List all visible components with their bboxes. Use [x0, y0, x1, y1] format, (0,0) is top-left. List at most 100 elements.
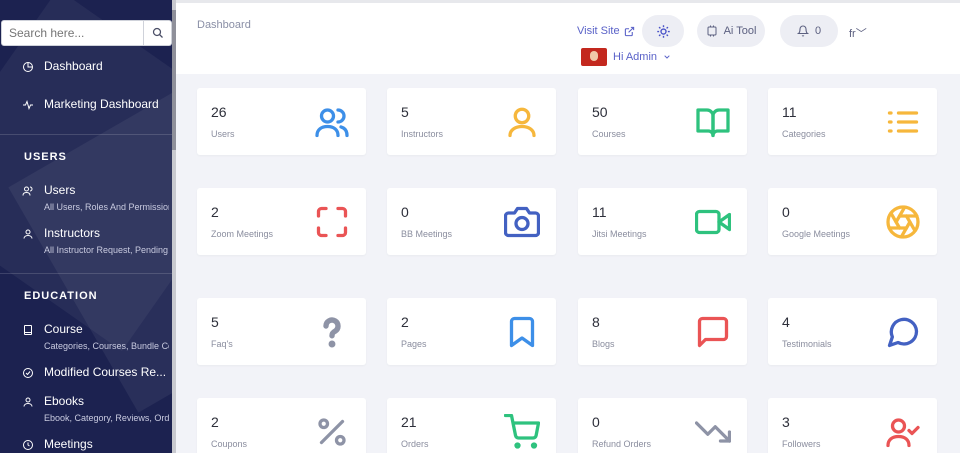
search-input[interactable]	[1, 20, 144, 46]
notifications-button[interactable]: 0	[780, 15, 838, 47]
percent-icon	[312, 412, 352, 452]
stat-card-blogs[interactable]: 8 Blogs	[578, 298, 747, 365]
notification-count: 0	[814, 25, 822, 37]
stat-card-bb-meetings[interactable]: 0 BB Meetings	[387, 188, 556, 255]
bell-icon	[796, 25, 809, 37]
stat-label: Blogs	[592, 339, 615, 349]
users-icon	[20, 183, 36, 199]
sidebar-item-label: Meetings	[44, 437, 93, 451]
sidebar-item-sublabel: All Instructor Request, Pending...	[44, 245, 169, 255]
avatar	[581, 48, 607, 66]
external-link-icon	[624, 26, 634, 36]
stat-label: Google Meetings	[782, 229, 851, 239]
sidebar-item-course[interactable]: Course Categories, Courses, Bundle Co...	[0, 322, 172, 351]
chevron-down-icon	[664, 55, 670, 59]
book-icon	[20, 322, 36, 338]
stat-label: Instructors	[401, 129, 444, 139]
stat-card-courses[interactable]: 50 Courses	[578, 88, 747, 155]
cart-icon	[502, 412, 542, 452]
language-label: fr	[849, 28, 856, 40]
section-heading-education: EDUCATION	[24, 290, 98, 302]
stat-label: Coupons	[211, 439, 248, 449]
stat-card-zoom-meetings[interactable]: 2 Zoom Meetings	[197, 188, 366, 255]
stat-label: Testimonials	[782, 339, 832, 349]
ai-chip-icon	[707, 25, 717, 37]
theme-button[interactable]	[642, 15, 684, 47]
sidebar-item-label: Users	[44, 183, 76, 197]
stat-value: 0	[401, 204, 409, 220]
language-selector[interactable]: fr﹀	[849, 25, 867, 41]
aperture-icon	[883, 202, 923, 242]
stat-value: 0	[592, 414, 600, 430]
stat-label: Users	[211, 129, 235, 139]
admin-greeting: Hi Admin	[613, 51, 658, 63]
search-icon	[152, 27, 163, 38]
stat-label: Refund Orders	[592, 439, 652, 449]
sidebar-item-modified-courses[interactable]: Modified Courses Re...	[0, 365, 172, 381]
search-button[interactable]	[144, 20, 172, 46]
stat-value: 4	[782, 314, 790, 330]
stat-label: Orders	[401, 439, 429, 449]
user-icon	[20, 394, 36, 410]
sidebar-item-label: Dashboard	[44, 59, 103, 73]
sidebar-item-dashboard[interactable]: Dashboard	[0, 59, 172, 75]
visit-site-label: Visit Site	[577, 25, 620, 37]
sidebar-item-label: Modified Courses Re...	[44, 365, 167, 379]
chevron-down-icon: ﹀	[855, 28, 867, 40]
message-square-icon	[693, 312, 733, 352]
sidebar-item-sublabel: Categories, Courses, Bundle Co...	[44, 341, 169, 351]
sidebar-divider	[0, 273, 172, 274]
admin-menu[interactable]: Hi Admin	[581, 48, 671, 66]
bookmark-icon	[502, 312, 542, 352]
stat-card-testimonials[interactable]: 4 Testimonials	[768, 298, 937, 365]
sidebar-item-instructors[interactable]: Instructors All Instructor Request, Pendi…	[0, 226, 172, 255]
stat-card-coupons[interactable]: 2 Coupons	[197, 398, 366, 453]
ai-tool-label: Ai Tool	[723, 25, 757, 37]
stat-card-instructors[interactable]: 5 Instructors	[387, 88, 556, 155]
visit-site-link[interactable]: Visit Site	[577, 25, 635, 37]
stat-card-pages[interactable]: 2 Pages	[387, 298, 556, 365]
stat-card-followers[interactable]: 3 Followers	[768, 398, 937, 453]
camera-icon	[502, 202, 542, 242]
sidebar-divider	[0, 134, 172, 135]
stat-card-refund-orders[interactable]: 0 Refund Orders	[578, 398, 747, 453]
sidebar-item-ebooks[interactable]: Ebooks Ebook, Category, Reviews, Orde...	[0, 394, 172, 423]
trending-down-icon	[693, 412, 733, 452]
stat-value: 8	[592, 314, 600, 330]
sidebar-item-marketing-dashboard[interactable]: Marketing Dashboard	[0, 97, 172, 113]
sidebar-item-meetings[interactable]: Meetings	[0, 437, 172, 453]
user-icon	[20, 226, 36, 242]
sidebar-item-users[interactable]: Users All Users, Roles And Permission	[0, 183, 172, 212]
sidebar-item-sublabel: All Users, Roles And Permission	[44, 202, 169, 212]
section-heading-users: USERS	[24, 151, 67, 163]
maximize-icon	[312, 202, 352, 242]
stat-card-google-meetings[interactable]: 0 Google Meetings	[768, 188, 937, 255]
activity-icon	[20, 97, 36, 113]
stat-value: 21	[401, 414, 417, 430]
check-circle-icon	[20, 365, 36, 381]
stat-label: BB Meetings	[401, 229, 453, 239]
sidebar: Dashboard Marketing Dashboard USERS User…	[0, 0, 176, 453]
stat-label: Faq's	[211, 339, 233, 349]
stat-value: 5	[211, 314, 219, 330]
stat-value: 3	[782, 414, 790, 430]
stat-label: Categories	[782, 129, 826, 139]
stat-card-users[interactable]: 26 Users	[197, 88, 366, 155]
stat-card-faq-s[interactable]: 5 Faq's	[197, 298, 366, 365]
stat-value: 11	[782, 104, 797, 120]
stat-label: Jitsi Meetings	[592, 229, 647, 239]
ai-tool-button[interactable]: Ai Tool	[697, 15, 765, 47]
settings-icon	[656, 24, 670, 38]
stat-card-jitsi-meetings[interactable]: 11 Jitsi Meetings	[578, 188, 747, 255]
user-icon	[502, 102, 542, 142]
message-circle-icon	[883, 312, 923, 352]
list-icon	[883, 102, 923, 142]
sidebar-item-label: Instructors	[44, 226, 101, 240]
clock-icon	[20, 437, 36, 453]
stat-card-categories[interactable]: 11 Categories	[768, 88, 937, 155]
stat-value: 26	[211, 104, 227, 120]
stat-card-orders[interactable]: 21 Orders	[387, 398, 556, 453]
stat-value: 2	[211, 414, 219, 430]
breadcrumb: Dashboard	[197, 19, 251, 31]
stat-label: Pages	[401, 339, 427, 349]
